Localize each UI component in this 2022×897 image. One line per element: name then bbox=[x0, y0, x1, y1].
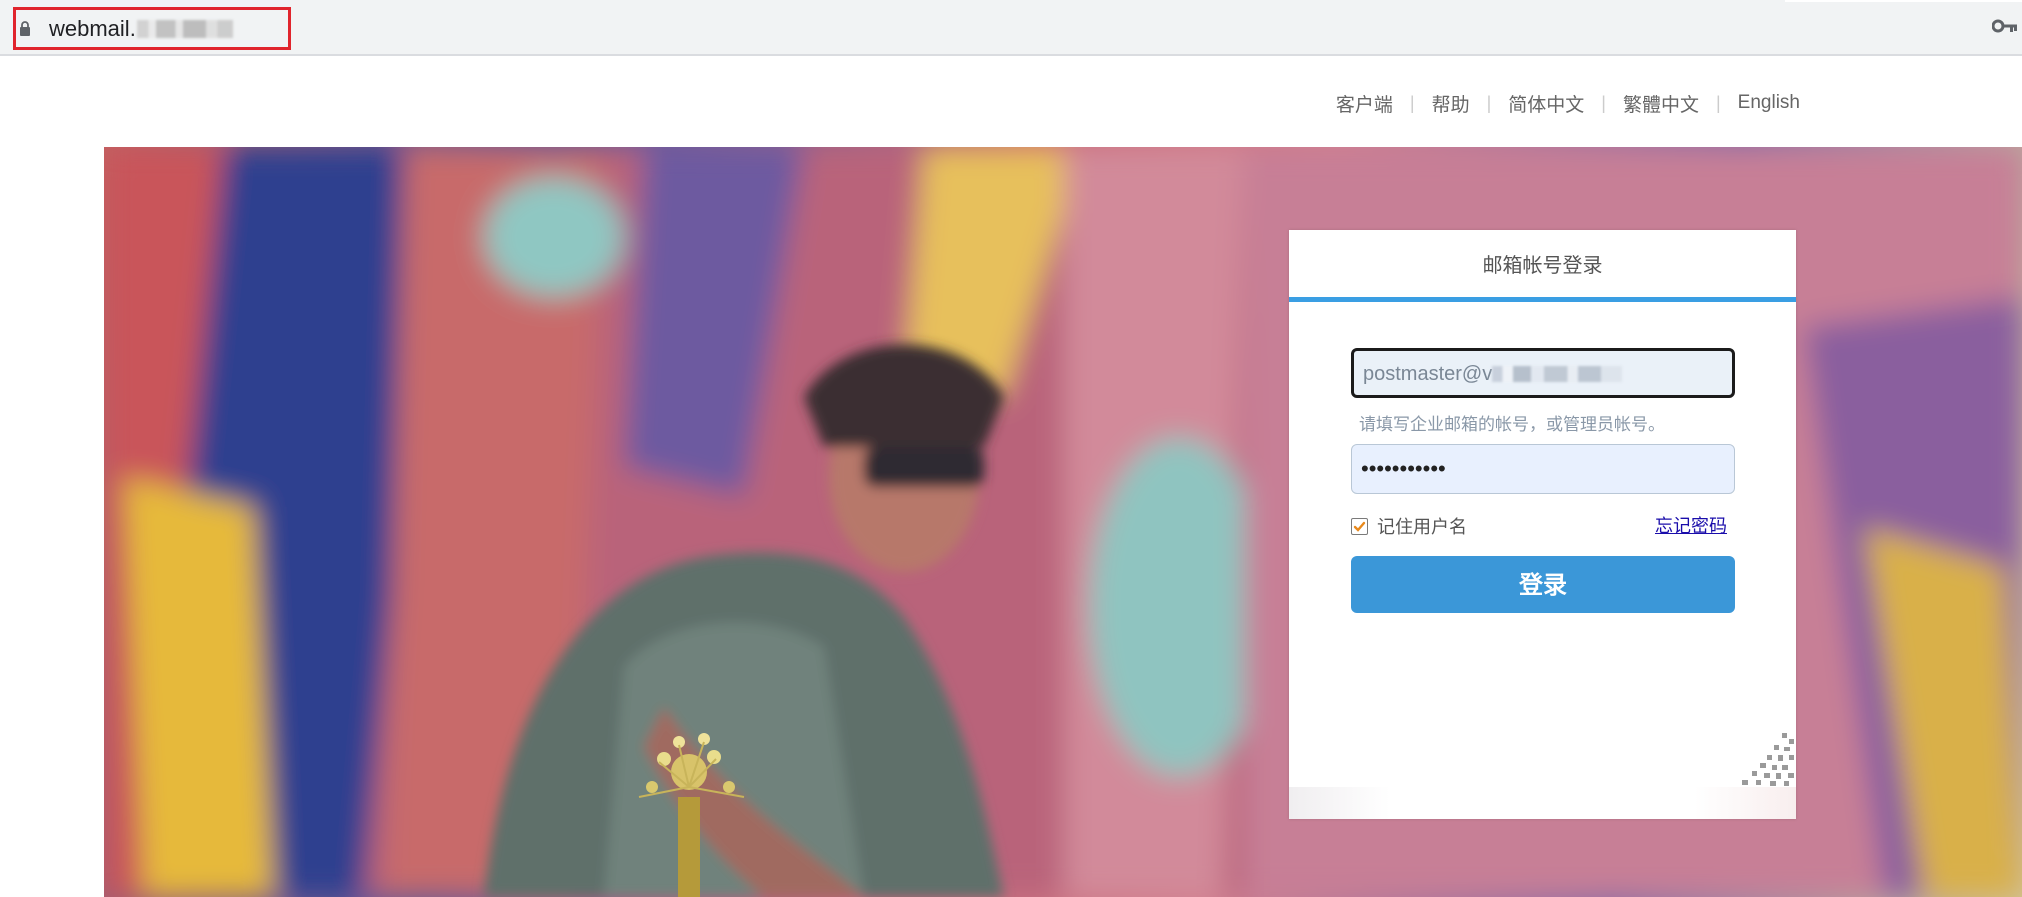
username-input[interactable]: postmaster@v bbox=[1351, 348, 1735, 398]
url-field[interactable]: webmail. bbox=[49, 14, 233, 44]
forgot-password-link[interactable]: 忘记密码 bbox=[1655, 514, 1727, 538]
username-redacted bbox=[1492, 366, 1623, 382]
nav-separator: | bbox=[1601, 92, 1606, 113]
password-value: ••••••••••• bbox=[1361, 456, 1446, 481]
nav-traditional-chinese[interactable]: 繁體中文 bbox=[1623, 90, 1699, 117]
nav-help[interactable]: 帮助 bbox=[1432, 90, 1470, 117]
remember-checkbox[interactable] bbox=[1351, 517, 1368, 535]
url-redacted bbox=[136, 20, 233, 38]
nav-english[interactable]: English bbox=[1738, 92, 1800, 114]
nav-simplified-chinese[interactable]: 简体中文 bbox=[1508, 90, 1584, 117]
qr-code-icon[interactable] bbox=[1734, 725, 1796, 787]
panel-footer bbox=[1289, 787, 1796, 819]
lock-icon[interactable] bbox=[19, 21, 31, 36]
nav-separator: | bbox=[1409, 92, 1415, 113]
url-domain: webmail. bbox=[49, 16, 136, 41]
username-hint: 请填写企业邮箱的帐号，或管理员帐号。 bbox=[1359, 415, 1665, 434]
nav-client[interactable]: 客户端 bbox=[1336, 90, 1393, 117]
nav-separator: | bbox=[1486, 92, 1492, 113]
key-icon[interactable] bbox=[1992, 18, 2018, 34]
top-nav: 客户端 | 帮助 | 简体中文 | 繁體中文 | English bbox=[1336, 88, 1800, 118]
tab-strip-edge bbox=[1785, 0, 2022, 2]
password-input[interactable]: ••••••••••• bbox=[1351, 444, 1735, 494]
username-value: postmaster@v bbox=[1363, 363, 1493, 385]
login-button[interactable]: 登录 bbox=[1351, 556, 1735, 613]
browser-address-bar: webmail. bbox=[0, 0, 2022, 56]
login-panel: 邮箱帐号登录 postmaster@v 请填写企业邮箱的帐号，或管理员帐号。 •… bbox=[1289, 230, 1796, 819]
remember-username[interactable]: 记住用户名 bbox=[1351, 514, 1467, 538]
login-title: 邮箱帐号登录 bbox=[1289, 230, 1796, 302]
nav-separator: | bbox=[1715, 92, 1721, 113]
remember-label: 记住用户名 bbox=[1377, 517, 1467, 537]
checkmark-icon bbox=[1353, 521, 1366, 532]
